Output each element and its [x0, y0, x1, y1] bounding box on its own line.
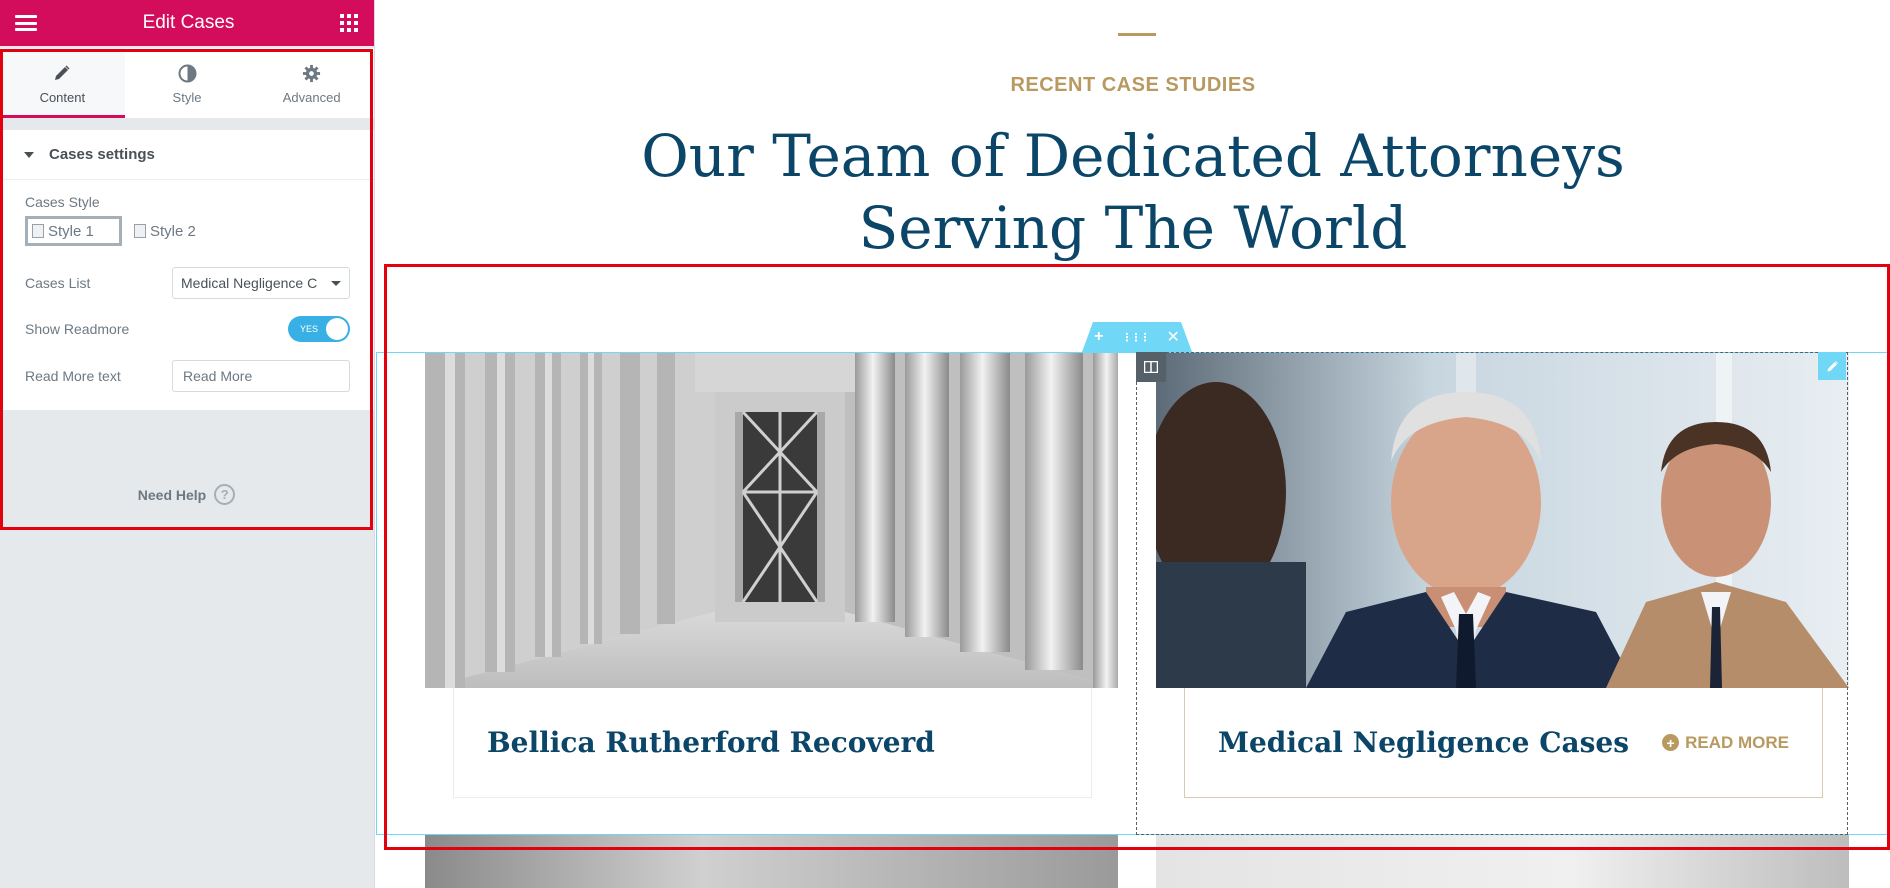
- case-card-1-body: Bellica Rutherford Recoverd: [453, 688, 1092, 798]
- cases-list-label: Cases List: [25, 275, 91, 291]
- hamburger-menu-icon[interactable]: [15, 15, 37, 31]
- section-title: Cases settings: [49, 146, 155, 163]
- need-help-label: Need Help: [137, 486, 207, 503]
- heading-line-2: Serving The World: [858, 194, 1408, 262]
- read-more-text-input[interactable]: Read More: [172, 360, 350, 392]
- edit-widget-pencil-icon[interactable]: [1818, 352, 1846, 380]
- tab-style-label: Style: [172, 90, 202, 105]
- read-more-text-label: Read More text: [25, 368, 121, 384]
- add-section-icon[interactable]: +: [1094, 328, 1103, 346]
- style-choice-1[interactable]: Style 1: [25, 216, 122, 246]
- show-readmore-toggle[interactable]: YES: [288, 316, 350, 342]
- show-readmore-control: Show Readmore YES: [0, 304, 374, 354]
- drag-handle-icon[interactable]: ⋮⋮⋮: [1121, 331, 1150, 344]
- column-handle-icon[interactable]: [1136, 352, 1166, 382]
- cases-list-value: Medical Negligence C: [181, 275, 318, 291]
- controls-area: Cases settings Cases Style Style 1 Style…: [0, 130, 374, 410]
- tab-content[interactable]: Content: [0, 48, 125, 118]
- tab-advanced-label: Advanced: [282, 90, 341, 105]
- read-more-link[interactable]: + READ MORE: [1662, 733, 1789, 753]
- case-card-2[interactable]: Medical Negligence Cases + READ MORE: [1156, 352, 1849, 798]
- broken-image-icon: [134, 224, 146, 238]
- section-heading: Our Team of Dedicated Attorneys Serving …: [376, 120, 1890, 264]
- delete-section-icon[interactable]: ✕: [1166, 327, 1179, 347]
- toggle-knob: [326, 318, 348, 340]
- courthouse-columns-image: [425, 352, 1118, 688]
- show-readmore-label: Show Readmore: [25, 321, 130, 337]
- panel-header: Edit Cases: [0, 0, 374, 46]
- panel-title: Edit Cases: [142, 12, 235, 33]
- cases-list-control: Cases List Medical Negligence C: [0, 262, 374, 304]
- panel-tabs: Content Style Advanced: [0, 48, 374, 118]
- heading-line-1: Our Team of Dedicated Attorneys: [641, 122, 1625, 190]
- tab-advanced[interactable]: Advanced: [249, 48, 374, 118]
- tab-style[interactable]: Style: [125, 48, 250, 118]
- style-choice-2[interactable]: Style 2: [130, 216, 200, 246]
- select-arrow-icon: [331, 280, 341, 286]
- case-card-1-title[interactable]: Bellica Rutherford Recoverd: [487, 726, 935, 759]
- section-toolbar: + ⋮⋮⋮ ✕: [1082, 322, 1192, 352]
- editor-panel: Edit Cases Content Style Advanced Cases …: [0, 0, 375, 888]
- case-card-2-title[interactable]: Medical Negligence Cases: [1218, 726, 1629, 759]
- case-card-2-body: Medical Negligence Cases + READ MORE: [1184, 688, 1823, 798]
- case-card-1[interactable]: Bellica Rutherford Recoverd: [425, 352, 1118, 798]
- need-help-link[interactable]: Need Help ?: [0, 484, 373, 505]
- broken-image-icon: [32, 224, 44, 238]
- pencil-icon: [53, 62, 71, 84]
- toggle-text: YES: [300, 324, 319, 334]
- help-icon: ?: [214, 484, 236, 505]
- gear-icon: [302, 62, 321, 84]
- business-meeting-image: [1156, 352, 1849, 688]
- widgets-grid-icon[interactable]: [340, 14, 358, 32]
- read-more-label: READ MORE: [1685, 732, 1789, 752]
- cases-settings-section-toggle[interactable]: Cases settings: [0, 130, 374, 180]
- cases-list-select[interactable]: Medical Negligence C: [172, 267, 350, 299]
- style-choice-2-label: Style 2: [150, 222, 196, 240]
- case-card-3-image-partial: [425, 835, 1118, 888]
- section-divider: [1118, 33, 1156, 36]
- cases-style-control: Cases Style: [0, 194, 374, 210]
- section-subtitle: RECENT CASE STUDIES: [1010, 74, 1256, 96]
- cases-style-label: Cases Style: [25, 194, 100, 210]
- caret-down-icon: [24, 151, 34, 158]
- contrast-icon: [178, 62, 197, 84]
- read-more-text-value: Read More: [183, 368, 253, 384]
- page-preview: RECENT CASE STUDIES Our Team of Dedicate…: [376, 0, 1890, 888]
- style-choice-1-label: Style 1: [48, 222, 94, 240]
- tab-content-label: Content: [39, 90, 86, 105]
- plus-circle-icon: +: [1662, 734, 1680, 751]
- read-more-text-control: Read More text Read More: [0, 354, 374, 398]
- style-choices: Style 1 Style 2: [0, 210, 374, 262]
- case-card-4-image-partial: [1156, 835, 1849, 888]
